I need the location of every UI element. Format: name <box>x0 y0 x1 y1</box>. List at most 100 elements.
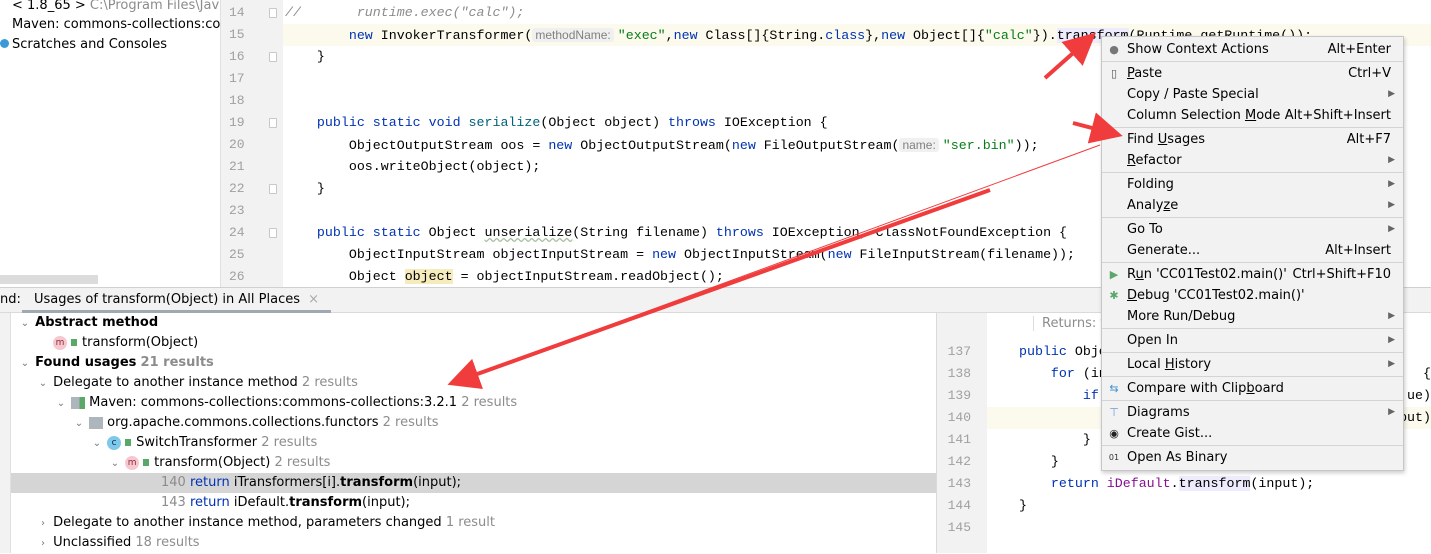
menu-item-label: Copy / Paste Special <box>1127 87 1259 102</box>
menu-item-diagrams[interactable]: ⊤ Diagrams ▶ <box>1102 402 1403 423</box>
menu-item-analyze[interactable]: Analyze ▶ <box>1102 195 1403 216</box>
result-count: 2 results <box>382 415 439 430</box>
tree-node[interactable]: › Delegate to another instance method, p… <box>11 513 936 533</box>
code-token: }, <box>865 28 882 43</box>
debug-icon: ✱ <box>1109 289 1119 302</box>
close-icon[interactable]: × <box>308 292 319 307</box>
menu-item-local-history[interactable]: Local History ▶ <box>1102 354 1403 375</box>
menu-item-label: Show Context Actions <box>1127 42 1269 57</box>
menu-item-open-as-binary[interactable]: 01 Open As Binary <box>1102 447 1403 468</box>
menu-item-generate[interactable]: Generate... Alt+Insert <box>1102 240 1403 261</box>
line-number: 18 <box>229 93 245 108</box>
code-token: (input); <box>1250 476 1315 491</box>
usage-line-number: 143 <box>161 495 186 510</box>
chevron-down-icon[interactable]: ⌄ <box>19 314 31 334</box>
menu-item-show-context-actions[interactable]: ● Show Context Actions Alt+Enter <box>1102 39 1403 60</box>
code-token: throws <box>668 115 724 130</box>
horizontal-scrollbar[interactable] <box>0 275 98 284</box>
menu-item-paste[interactable]: ▯ Paste Ctrl+V <box>1102 63 1403 84</box>
line-number: 139 <box>947 388 971 403</box>
library-icon <box>71 396 86 409</box>
menu-item-debug-cc01test02-main[interactable]: ✱ Debug 'CC01Test02.main()' <box>1102 285 1403 306</box>
tree-item-scratches[interactable]: Scratches and Consoles <box>0 34 167 56</box>
usage-code-rest: (input); <box>413 475 462 490</box>
fold-marker-icon[interactable] <box>269 118 277 128</box>
maven-label: Maven: commons-collections:commons-colle… <box>12 17 220 32</box>
chevron-right-icon[interactable]: › <box>37 534 49 554</box>
node-label: SwitchTransformer <box>136 435 258 450</box>
tree-node[interactable]: ⌄ Delegate to another instance method 2 … <box>11 373 936 393</box>
menu-separator <box>1102 328 1403 329</box>
line-number: 19 <box>229 115 245 130</box>
code-token: } <box>285 49 325 64</box>
menu-item-label: Column Selection Mode <box>1127 108 1281 123</box>
line-number: 14 <box>229 5 245 20</box>
tree-node[interactable]: m transform(Object) <box>11 333 936 353</box>
menu-separator <box>1102 400 1403 401</box>
chevron-down-icon[interactable]: ⌄ <box>109 454 121 474</box>
code-token: new <box>652 247 684 262</box>
usage-row[interactable]: 140 return iTransformers[i].transform(in… <box>11 473 936 493</box>
node-label: transform(Object) <box>82 335 199 350</box>
menu-item-run-cc01test02-main[interactable]: ▶ Run 'CC01Test02.main()' Ctrl+Shift+F10 <box>1102 264 1403 285</box>
chevron-down-icon[interactable]: ⌄ <box>91 434 103 454</box>
code-token: new <box>827 247 860 262</box>
menu-item-find-usages[interactable]: Find Usages Alt+F7 <box>1102 129 1403 150</box>
menu-item-copy-paste-special[interactable]: Copy / Paste Special ▶ <box>1102 84 1403 105</box>
node-label: org.apache.commons.collections.functors <box>107 415 379 430</box>
code-token: (String filename) <box>572 225 716 240</box>
menu-item-create-gist[interactable]: ◉ Create Gist... <box>1102 423 1403 444</box>
code-token: runtime.exec("calc"); <box>300 5 525 20</box>
menu-item-label: Analyze <box>1127 198 1179 213</box>
menu-separator <box>1102 262 1403 263</box>
menu-item-label: Refactor <box>1127 153 1182 168</box>
chevron-right-icon[interactable]: › <box>37 514 49 534</box>
code-token: ue) <box>1407 388 1431 403</box>
code-token: public static void <box>316 115 469 130</box>
menu-item-label: Debug 'CC01Test02.main()' <box>1127 288 1305 303</box>
fold-marker-icon[interactable] <box>269 8 277 18</box>
menu-item-more-run-debug[interactable]: More Run/Debug ▶ <box>1102 306 1403 327</box>
result-count: 2 results <box>261 435 318 450</box>
fold-marker-icon[interactable] <box>269 52 277 62</box>
fold-marker-icon[interactable] <box>269 184 277 194</box>
chevron-down-icon[interactable]: ⌄ <box>37 374 49 394</box>
code-token: "exec" <box>617 28 666 43</box>
menu-item-refactor[interactable]: Refactor ▶ <box>1102 150 1403 171</box>
code-token: } <box>1019 498 1027 513</box>
code-token: class <box>825 28 866 43</box>
menu-item-column-selection-mode[interactable]: Column Selection Mode Alt+Shift+Insert <box>1102 105 1403 126</box>
public-lock-icon <box>143 459 150 466</box>
tree-node[interactable]: ⌄ Found usages 21 results <box>11 353 936 373</box>
node-label: Unclassified <box>53 535 132 550</box>
tree-node[interactable]: › Unclassified 18 results <box>11 533 936 553</box>
code-token: transform <box>1178 476 1251 491</box>
tab-usages-label: Usages of transform(Object) in All Place… <box>34 292 300 307</box>
jdk-path: C:\Program Files\Java <box>89 0 220 13</box>
menu-item-go-to[interactable]: Go To ▶ <box>1102 219 1403 240</box>
tree-node[interactable]: ⌄ m transform(Object) 2 results <box>11 453 936 473</box>
result-count: 18 results <box>135 535 200 550</box>
line-number: 141 <box>947 432 971 447</box>
preview-code-line: } <box>987 495 1431 517</box>
fold-marker-icon[interactable] <box>269 228 277 238</box>
chevron-down-icon[interactable]: ⌄ <box>19 354 31 374</box>
tree-node[interactable]: ⌄ c SwitchTransformer 2 results <box>11 433 936 453</box>
chevron-down-icon[interactable]: ⌄ <box>73 414 85 434</box>
tab-usages[interactable]: Usages of transform(Object) in All Place… <box>22 288 332 313</box>
tree-node[interactable]: ⌄ org.apache.commons.collections.functor… <box>11 413 936 433</box>
class-icon: c <box>107 435 122 450</box>
menu-item-open-in[interactable]: Open In ▶ <box>1102 330 1403 351</box>
usage-row[interactable]: 143 return iDefault.transform(input); <box>11 493 936 513</box>
code-token: IOException { <box>723 115 828 130</box>
shortcut: Alt+Enter <box>1327 42 1391 57</box>
menu-item-folding[interactable]: Folding ▶ <box>1102 174 1403 195</box>
chevron-down-icon[interactable]: ⌄ <box>55 394 67 414</box>
tree-node[interactable]: ⌄ Maven: commons-collections:commons-col… <box>11 393 936 413</box>
result-count: 2 results <box>274 455 331 470</box>
menu-item-compare-with-clipboard[interactable]: ⇆ Compare with Clipboard <box>1102 378 1403 399</box>
tree-item-maven-library[interactable]: Maven: commons-collections:commons-colle… <box>12 14 220 36</box>
tree-node[interactable]: ⌄ Abstract method <box>11 313 936 333</box>
submenu-arrow-icon: ▶ <box>1388 359 1395 369</box>
